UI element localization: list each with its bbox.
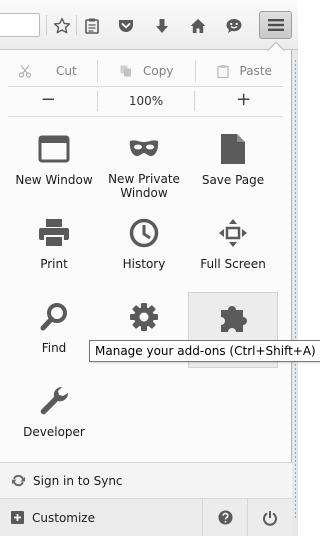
add-ons-tooltip: Manage your add-ons (Ctrl+Shift+A) xyxy=(89,340,320,362)
copy-label: Copy xyxy=(143,64,174,78)
open-menu-button[interactable] xyxy=(259,11,292,39)
zoom-controls: − 100% + xyxy=(0,88,292,114)
cut-button[interactable]: Cut xyxy=(0,60,97,82)
download-icon[interactable] xyxy=(149,13,175,39)
save-page-label: Save Page xyxy=(201,173,265,187)
pocket-icon[interactable] xyxy=(113,13,139,39)
help-button[interactable] xyxy=(202,499,247,536)
quit-button[interactable] xyxy=(247,499,292,536)
developer-label: Developer xyxy=(23,425,85,439)
developer-button[interactable]: Developer xyxy=(9,376,99,452)
chat-icon[interactable] xyxy=(221,13,247,39)
zoom-in-button[interactable]: + xyxy=(194,91,292,111)
zoom-reset-button[interactable]: 100% xyxy=(96,91,195,111)
clipboard-icon xyxy=(216,65,229,78)
customize-button[interactable]: Customize xyxy=(0,499,202,536)
zoom-out-button[interactable]: − xyxy=(0,91,97,111)
toolbar-separator xyxy=(76,15,77,35)
fullscreen-icon xyxy=(219,219,247,247)
puzzle-icon xyxy=(221,306,247,332)
find-button[interactable]: Find xyxy=(9,292,99,368)
divider xyxy=(8,116,283,117)
page-icon xyxy=(221,134,245,164)
scissors-icon xyxy=(18,65,32,78)
private-mask-icon xyxy=(129,139,159,156)
toolbar-separator xyxy=(46,15,47,35)
sync-icon xyxy=(11,474,26,487)
hamburger-icon xyxy=(267,19,284,31)
history-button[interactable]: History xyxy=(99,208,189,284)
clock-icon xyxy=(129,218,159,248)
find-label: Find xyxy=(41,341,67,355)
new-window-label: New Window xyxy=(15,173,93,187)
magnifier-icon xyxy=(40,303,67,331)
full-screen-button[interactable]: Full Screen xyxy=(188,208,278,284)
copy-icon xyxy=(120,65,132,77)
save-page-button[interactable]: Save Page xyxy=(188,124,278,200)
printer-icon xyxy=(39,219,69,248)
cut-label: Cut xyxy=(56,64,77,78)
sync-label: Sign in to Sync xyxy=(33,473,123,488)
gear-icon xyxy=(130,303,158,331)
divider xyxy=(8,86,283,87)
customize-label: Customize xyxy=(32,510,95,525)
navigation-toolbar xyxy=(0,0,298,50)
new-private-window-label: New Private Window xyxy=(108,172,180,200)
bookmark-star-icon[interactable] xyxy=(49,13,75,39)
full-screen-label: Full Screen xyxy=(200,257,266,271)
url-bar[interactable] xyxy=(0,13,40,37)
plus-square-icon xyxy=(11,511,24,524)
paste-button[interactable]: Paste xyxy=(194,60,293,82)
focus-dots xyxy=(295,60,296,520)
power-icon xyxy=(263,510,277,526)
main-menu-panel: Cut Copy Paste − 100% + New Window New P… xyxy=(0,50,292,536)
print-button[interactable]: Print xyxy=(9,208,99,284)
copy-button[interactable]: Copy xyxy=(97,60,195,82)
reading-list-icon[interactable] xyxy=(79,13,105,39)
new-private-window-button[interactable]: New Private Window xyxy=(99,124,189,200)
new-window-button[interactable]: New Window xyxy=(9,124,99,200)
sign-in-to-sync-button[interactable]: Sign in to Sync xyxy=(0,462,292,498)
window-icon xyxy=(38,135,70,163)
wrench-icon xyxy=(40,386,69,415)
edit-controls: Cut Copy Paste xyxy=(0,58,292,84)
help-icon xyxy=(217,510,233,525)
history-label: History xyxy=(122,257,166,271)
home-icon[interactable] xyxy=(185,13,211,39)
print-label: Print xyxy=(40,257,68,271)
paste-label: Paste xyxy=(239,64,272,78)
menu-footer: Customize xyxy=(0,498,292,536)
